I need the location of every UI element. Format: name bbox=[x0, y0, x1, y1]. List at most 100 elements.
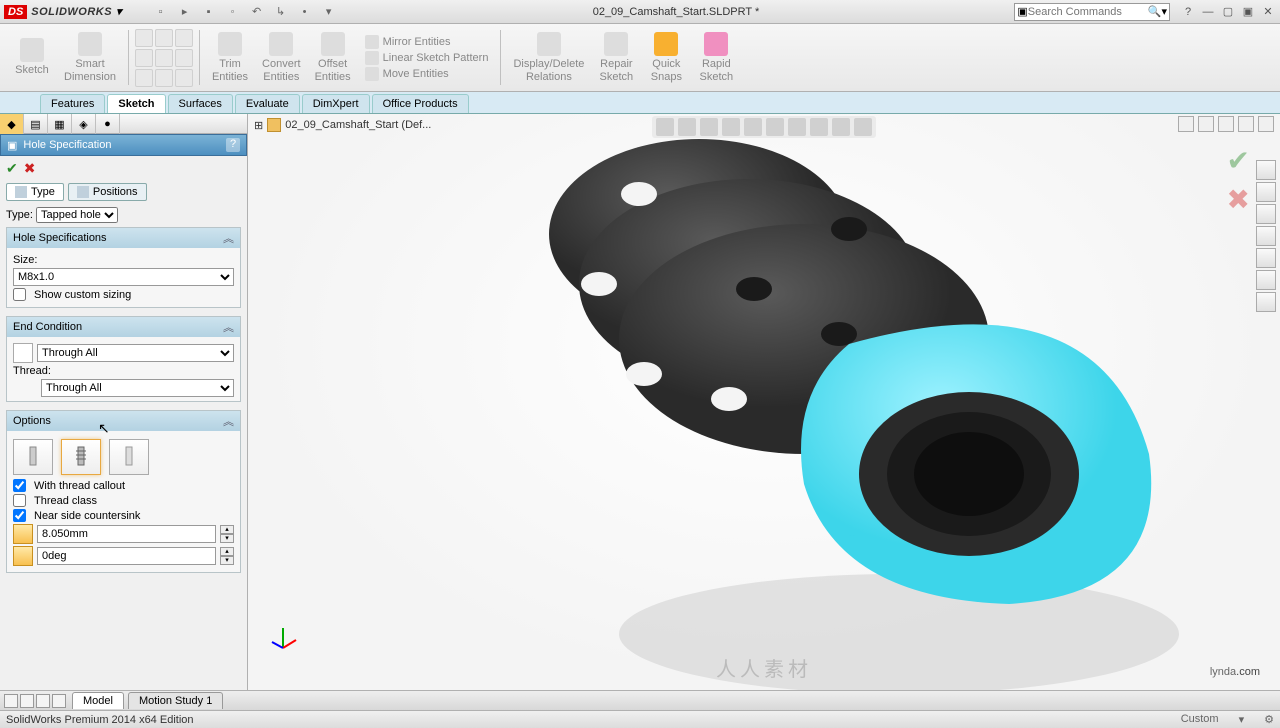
tab-features[interactable]: Features bbox=[40, 94, 105, 113]
tab-evaluate[interactable]: Evaluate bbox=[235, 94, 300, 113]
graphics-viewport[interactable]: ⊞ 02_09_Camshaft_Start (Def... ✔ ✖ bbox=[248, 114, 1280, 690]
ok-button[interactable]: ✔ bbox=[6, 160, 18, 177]
tab-model[interactable]: Model bbox=[72, 692, 124, 709]
options-icon[interactable]: ▾ bbox=[320, 3, 338, 21]
thread-with-callout-option[interactable] bbox=[61, 439, 101, 475]
section-header[interactable]: Options︽ bbox=[7, 411, 240, 431]
move-entities-button[interactable]: Move Entities bbox=[365, 67, 489, 81]
remove-thread-option[interactable] bbox=[109, 439, 149, 475]
sketch-button[interactable]: Sketch bbox=[8, 26, 56, 89]
cancel-button[interactable]: ✖ bbox=[24, 160, 36, 177]
collapse-icon[interactable]: ︽ bbox=[223, 230, 234, 246]
arc-icon[interactable] bbox=[175, 29, 193, 47]
thread-class-checkbox[interactable] bbox=[13, 494, 26, 507]
direction-icon[interactable] bbox=[13, 343, 33, 363]
near-side-countersink-checkbox[interactable] bbox=[13, 509, 26, 522]
new-icon[interactable]: ▫ bbox=[152, 3, 170, 21]
display-label: Display/Delete Relations bbox=[513, 58, 584, 82]
section-header[interactable]: End Condition ︽ bbox=[7, 317, 240, 337]
fillet-icon[interactable] bbox=[175, 69, 193, 87]
feature-tree-icon[interactable]: ◆ bbox=[0, 114, 24, 134]
quick-snaps-button[interactable]: Quick Snaps bbox=[642, 26, 690, 89]
spin-up[interactable]: ▴ bbox=[220, 547, 234, 556]
search-icon[interactable]: 🔍 bbox=[1148, 5, 1162, 18]
quick-access-toolbar: ▫ ▸ ▪ ◦ ↶ ↳ • ▾ bbox=[152, 3, 338, 21]
type-select[interactable]: Tapped hole bbox=[36, 207, 118, 223]
with-thread-callout-checkbox[interactable] bbox=[13, 479, 26, 492]
tab-surfaces[interactable]: Surfaces bbox=[168, 94, 233, 113]
rapid-label: Rapid Sketch bbox=[700, 58, 734, 82]
convert-entities-button[interactable]: Convert Entities bbox=[256, 26, 307, 89]
size-select[interactable]: M8x1.0 bbox=[13, 268, 234, 286]
display-manager-icon[interactable]: ● bbox=[96, 114, 120, 134]
circle-icon[interactable] bbox=[155, 29, 173, 47]
dimxpert-manager-icon[interactable]: ◈ bbox=[72, 114, 96, 134]
next-tab-icon[interactable] bbox=[36, 694, 50, 708]
minimize-icon[interactable]: — bbox=[1200, 4, 1216, 20]
help-icon[interactable]: ? bbox=[1180, 4, 1196, 20]
display-relations-button[interactable]: Display/Delete Relations bbox=[507, 26, 590, 89]
maximize-icon[interactable]: ▣ bbox=[1240, 4, 1256, 20]
rapid-sketch-button[interactable]: Rapid Sketch bbox=[692, 26, 740, 89]
collapse-icon[interactable]: ︽ bbox=[223, 319, 234, 335]
offset-entities-button[interactable]: Offset Entities bbox=[309, 26, 357, 89]
collapse-icon[interactable]: ︽ bbox=[223, 413, 234, 429]
end-condition-select[interactable]: Through All bbox=[37, 344, 234, 362]
linear-pattern-button[interactable]: Linear Sketch Pattern bbox=[365, 51, 489, 65]
tab-positions[interactable]: Positions bbox=[68, 183, 147, 201]
spin-down[interactable]: ▾ bbox=[220, 556, 234, 565]
tab-motion-study[interactable]: Motion Study 1 bbox=[128, 692, 223, 709]
search-input[interactable] bbox=[1028, 6, 1148, 18]
property-manager-icon[interactable]: ▤ bbox=[24, 114, 48, 134]
spin-up[interactable]: ▴ bbox=[220, 525, 234, 534]
open-icon[interactable]: ▸ bbox=[176, 3, 194, 21]
mirror-entities-button[interactable]: Mirror Entities bbox=[365, 35, 489, 49]
spline-icon[interactable] bbox=[175, 49, 193, 67]
rebuild-icon[interactable]: • bbox=[296, 3, 314, 21]
cs-depth-input[interactable] bbox=[37, 525, 216, 543]
repair-sketch-button[interactable]: Repair Sketch bbox=[592, 26, 640, 89]
prev-tab-icon[interactable] bbox=[20, 694, 34, 708]
tab-type[interactable]: Type bbox=[6, 183, 64, 201]
line-icon[interactable] bbox=[135, 29, 153, 47]
cosmetic-thread-option[interactable] bbox=[13, 439, 53, 475]
watermark-lynda: lynda.com bbox=[1210, 650, 1260, 682]
save-icon[interactable]: ▪ bbox=[200, 3, 218, 21]
restore-icon[interactable]: ▢ bbox=[1220, 4, 1236, 20]
search-commands[interactable]: ▣ 🔍 ▾ bbox=[1014, 3, 1170, 21]
section-hole-specifications: Hole Specifications︽ Size: M8x1.0 Show c… bbox=[6, 227, 241, 308]
first-tab-icon[interactable] bbox=[4, 694, 18, 708]
tab-sketch[interactable]: Sketch bbox=[107, 94, 165, 113]
thread-select[interactable]: Through All bbox=[41, 379, 234, 397]
select-icon[interactable]: ↳ bbox=[272, 3, 290, 21]
trim-entities-button[interactable]: Trim Entities bbox=[206, 26, 254, 89]
separator bbox=[500, 30, 501, 85]
config-manager-icon[interactable]: ▦ bbox=[48, 114, 72, 134]
last-tab-icon[interactable] bbox=[52, 694, 66, 708]
ellipse-icon[interactable] bbox=[155, 69, 173, 87]
repair-label: Repair Sketch bbox=[600, 58, 634, 82]
cs-angle-input[interactable] bbox=[37, 547, 216, 565]
with-callout-label: With thread callout bbox=[34, 480, 125, 492]
mirror-icon bbox=[365, 35, 379, 49]
sketch-label: Sketch bbox=[15, 64, 49, 76]
point-icon[interactable] bbox=[135, 69, 153, 87]
spin-down[interactable]: ▾ bbox=[220, 534, 234, 543]
rectangle-icon[interactable] bbox=[135, 49, 153, 67]
tab-dimxpert[interactable]: DimXpert bbox=[302, 94, 370, 113]
search-prefix-icon: ▣ bbox=[1017, 5, 1027, 18]
slot-icon[interactable] bbox=[155, 49, 173, 67]
search-dropdown-icon[interactable]: ▾ bbox=[1161, 5, 1167, 18]
tab-office-products[interactable]: Office Products bbox=[372, 94, 469, 113]
section-header[interactable]: Hole Specifications︽ bbox=[7, 228, 240, 248]
show-custom-sizing-checkbox[interactable] bbox=[13, 288, 26, 301]
dropdown-icon[interactable]: ▾ bbox=[116, 5, 122, 18]
section-title: End Condition bbox=[13, 321, 82, 333]
bottom-tabs: Model Motion Study 1 bbox=[0, 690, 1280, 710]
help-icon[interactable]: ? bbox=[226, 138, 240, 152]
smart-dimension-button[interactable]: Smart Dimension bbox=[58, 26, 122, 89]
undo-icon[interactable]: ↶ bbox=[248, 3, 266, 21]
close-icon[interactable]: ✕ bbox=[1260, 4, 1276, 20]
hole-wizard-icon: ▣ bbox=[7, 139, 17, 152]
print-icon[interactable]: ◦ bbox=[224, 3, 242, 21]
